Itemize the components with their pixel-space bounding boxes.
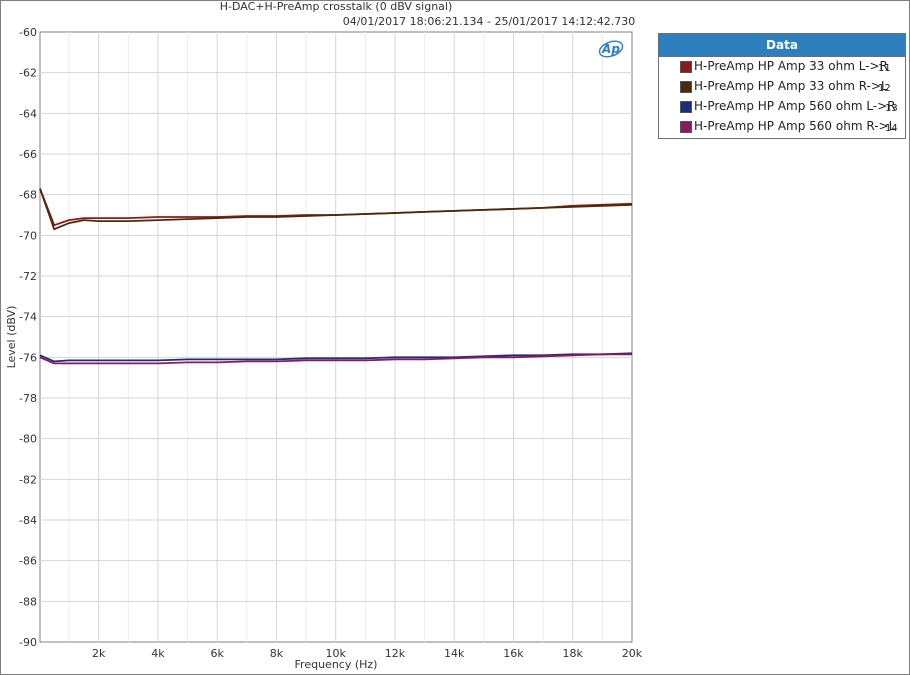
y-tick-label: -78 <box>19 392 37 405</box>
legend-item-label: H-PreAmp HP Amp 560 ohm R->L <box>694 119 896 133</box>
legend-swatch <box>680 61 692 73</box>
legend-item-number: 12 <box>878 83 891 94</box>
legend-swatch <box>680 121 692 133</box>
legend-swatch <box>680 101 692 113</box>
y-tick-label: -60 <box>19 26 37 39</box>
y-axis-label: Level (dBV) <box>5 306 18 369</box>
y-tick-label: -62 <box>19 67 37 80</box>
x-tick-label: 16k <box>503 647 524 660</box>
y-tick-label: -82 <box>19 473 37 486</box>
x-axis-label: Frequency (Hz) <box>295 658 378 671</box>
legend-item-label: H-PreAmp HP Amp 33 ohm L->R <box>694 59 888 73</box>
legend-item-number: 11 <box>878 63 891 74</box>
y-tick-label: -86 <box>19 555 37 568</box>
chart-subtitle: 04/01/2017 18:06:21.134 - 25/01/2017 14:… <box>343 15 636 28</box>
x-tick-label: 20k <box>622 647 643 660</box>
y-tick-label: -74 <box>19 311 37 324</box>
legend-swatch <box>680 81 692 93</box>
x-tick-label: 6k <box>210 647 224 660</box>
y-tick-label: -76 <box>19 351 37 364</box>
y-tick-label: -68 <box>19 189 37 202</box>
legend-item-number: 13 <box>885 103 898 114</box>
y-tick-label: -80 <box>19 433 37 446</box>
x-tick-label: 18k <box>563 647 584 660</box>
legend-item[interactable]: H-PreAmp HP Amp 560 ohm R->L 14 <box>659 117 905 137</box>
y-tick-label: -90 <box>19 636 37 649</box>
x-tick-label: 8k <box>270 647 284 660</box>
legend-header: Data <box>659 34 905 57</box>
x-tick-label: 12k <box>385 647 406 660</box>
legend-item-label: H-PreAmp HP Amp 560 ohm L->R <box>694 99 896 113</box>
legend-item[interactable]: H-PreAmp HP Amp 33 ohm L->R 11 <box>659 57 905 77</box>
legend-item-number: 14 <box>885 123 898 134</box>
legend-item-label: H-PreAmp HP Amp 33 ohm R->L <box>694 79 888 93</box>
x-tick-label: 14k <box>444 647 465 660</box>
legend-item[interactable]: H-PreAmp HP Amp 560 ohm L->R 13 <box>659 97 905 117</box>
x-tick-label: 4k <box>151 647 165 660</box>
ap-logo-text: Ap <box>601 42 620 56</box>
legend-item[interactable]: H-PreAmp HP Amp 33 ohm R->L 12 <box>659 77 905 97</box>
y-tick-label: -70 <box>19 229 37 242</box>
x-tick-label: 2k <box>92 647 106 660</box>
y-axis-ticks: -60 -62 -64 -66 -68 -70 -72 -74 -76 -78 -80 -82 -84 -… <box>19 26 37 649</box>
legend: Data H-PreAmp HP Amp 33 ohm L->R 11 H-Pr… <box>658 33 906 139</box>
chart-title: H-DAC+H-PreAmp crosstalk (0 dBV signal) <box>220 0 453 13</box>
y-tick-label: -88 <box>19 595 37 608</box>
y-tick-label: -66 <box>19 148 37 161</box>
y-tick-label: -72 <box>19 270 37 283</box>
y-tick-label: -84 <box>19 514 37 527</box>
y-tick-label: -64 <box>19 107 37 120</box>
